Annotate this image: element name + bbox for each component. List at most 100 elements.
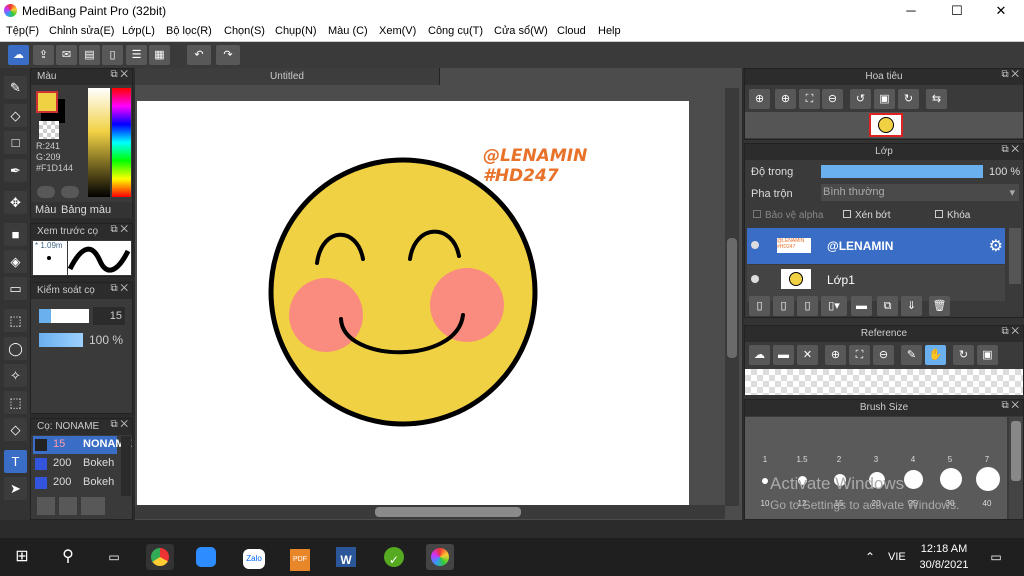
new-layer-icon[interactable]: ▯: [749, 296, 770, 316]
layer-item[interactable]: @LENAMIN #HD247 @LENAMIN ⚙: [747, 228, 1005, 264]
zalo-icon[interactable]: Zalo: [240, 544, 268, 570]
bucket-tool-icon[interactable]: ◈: [4, 250, 27, 273]
brush-size-value[interactable]: 15: [93, 307, 125, 325]
brush-list-item[interactable]: 200 Bokeh: [33, 474, 117, 492]
brush-size-option[interactable]: 4: [895, 455, 931, 464]
menu-edit[interactable]: Chỉnh sửa(E): [49, 25, 114, 37]
grid-icon[interactable]: ▦: [149, 45, 170, 65]
brush-size-option[interactable]: 1.5: [784, 455, 820, 464]
brush-size-scrollbar[interactable]: [1009, 417, 1023, 519]
menu-view[interactable]: Xem(V): [379, 25, 416, 37]
corel-icon[interactable]: ✓: [380, 544, 408, 570]
menu-cloud[interactable]: Cloud: [557, 25, 586, 37]
rectangle-tool-icon[interactable]: □: [4, 131, 27, 154]
zoom-in2-icon[interactable]: ⊕: [775, 89, 796, 109]
gear-icon[interactable]: ⚙: [989, 236, 1003, 256]
trash-icon[interactable]: 🗑: [929, 296, 950, 316]
magic-wand-icon[interactable]: ✧: [4, 364, 27, 387]
ref-zoom-in-icon[interactable]: ⊕: [825, 345, 846, 365]
ref-zoom-out-icon[interactable]: ⊖: [873, 345, 894, 365]
select-pen-icon[interactable]: ⬚: [4, 391, 27, 414]
brush-menu-icon[interactable]: [81, 497, 105, 515]
brush-list-scrollbar[interactable]: [121, 436, 131, 496]
word-icon[interactable]: W: [332, 544, 360, 570]
panel-close-icon[interactable]: ⧉ ✕: [110, 419, 128, 430]
brush-size-option[interactable]: 5: [932, 455, 968, 464]
rotate-right-icon[interactable]: ↻: [898, 89, 919, 109]
redo-icon[interactable]: ↷: [216, 45, 240, 65]
menu-snap[interactable]: Chụp(N): [275, 25, 317, 37]
rotate-left-icon[interactable]: ↺: [850, 89, 871, 109]
layer-opacity-slider[interactable]: [821, 165, 983, 178]
brush-size-option[interactable]: 3: [858, 455, 894, 464]
ref-fullscreen-icon[interactable]: ▣: [977, 345, 998, 365]
maximize-button[interactable]: ☐: [934, 0, 980, 22]
panel-close-icon[interactable]: ⧉ ✕: [1001, 326, 1019, 337]
cloud-download-icon[interactable]: ☁: [749, 345, 770, 365]
clip-checkbox[interactable]: [843, 210, 851, 218]
add-layer-menu-icon[interactable]: ▯▾: [821, 296, 847, 316]
menu-help[interactable]: Help: [598, 25, 621, 37]
list-icon[interactable]: ☰: [126, 45, 147, 65]
medibang-taskbar-icon[interactable]: [426, 544, 454, 570]
add-brush-icon[interactable]: [37, 497, 55, 515]
pdf-icon[interactable]: PDF: [286, 544, 314, 571]
saturation-picker[interactable]: [88, 88, 110, 197]
menu-filter[interactable]: Bộ lọc(R): [166, 25, 212, 37]
panel-close-icon[interactable]: ⧉ ✕: [110, 69, 128, 80]
menu-window[interactable]: Cửa sổ(W): [494, 25, 548, 37]
panel-close-icon[interactable]: ⧉ ✕: [110, 283, 128, 294]
move-tool-icon[interactable]: ✥: [4, 191, 27, 214]
text-tool-icon[interactable]: T: [4, 450, 27, 473]
ref-rotate-icon[interactable]: ↻: [953, 345, 974, 365]
brush-size-option[interactable]: 1: [747, 455, 783, 464]
reference-canvas[interactable]: [745, 369, 1023, 395]
language-indicator[interactable]: VIE: [888, 551, 906, 563]
new-layer2-icon[interactable]: ▯: [773, 296, 794, 316]
windows-start-icon[interactable]: ⊞: [8, 544, 36, 570]
merge-layer-icon[interactable]: ⇓: [901, 296, 922, 316]
brush-size-option[interactable]: 40: [969, 499, 1005, 508]
fullscreen-icon[interactable]: ▣: [874, 89, 895, 109]
select-eraser-icon[interactable]: ◇: [4, 418, 27, 441]
navigator-thumbnail[interactable]: [869, 113, 903, 137]
brush-size-option[interactable]: 7: [969, 455, 1005, 464]
operation-tool-icon[interactable]: ➤: [4, 477, 27, 500]
protect-alpha-checkbox[interactable]: [753, 210, 761, 218]
close-reference-icon[interactable]: ✕: [797, 345, 818, 365]
duplicate-layer-icon[interactable]: ⧉: [877, 296, 898, 316]
menu-tools[interactable]: Công cụ(T): [428, 25, 483, 37]
foreground-color-swatch[interactable]: [36, 91, 58, 113]
blend-mode-select[interactable]: Bình thường ▾: [821, 184, 1019, 201]
drawing-canvas[interactable]: @LENAMIN #HD247: [137, 101, 689, 505]
brush-tool-icon[interactable]: ✎: [4, 76, 27, 99]
brush-size-slider[interactable]: [39, 309, 89, 323]
select-rect-icon[interactable]: ⬚: [4, 309, 27, 332]
cloud-save-icon[interactable]: ☁: [8, 45, 29, 65]
hue-slider[interactable]: [112, 88, 131, 197]
horizontal-scrollbar[interactable]: [135, 505, 725, 519]
gradient-tool-icon[interactable]: ▭: [4, 277, 27, 300]
transparent-swatch[interactable]: [39, 121, 59, 139]
document-icon[interactable]: ▯: [102, 45, 123, 65]
brush-list-item[interactable]: 200 Bokeh: [33, 455, 117, 473]
share-icon[interactable]: ⇪: [33, 45, 54, 65]
tab-color[interactable]: Màu: [35, 204, 56, 216]
undo-icon[interactable]: ↶: [187, 45, 211, 65]
document-tab[interactable]: Untitled: [135, 68, 440, 85]
zoom-in-icon[interactable]: ⊕: [749, 89, 770, 109]
brush-list-item[interactable]: 15 NONAME: [33, 436, 132, 454]
panel-close-icon[interactable]: ⧉ ✕: [110, 224, 128, 235]
eraser-tool-icon[interactable]: ◇: [4, 104, 27, 127]
lock-checkbox[interactable]: [935, 210, 943, 218]
panel-close-icon[interactable]: ⧉ ✕: [1001, 144, 1019, 155]
minimize-button[interactable]: ─: [888, 0, 934, 22]
chevron-up-icon[interactable]: ⌃: [856, 544, 884, 570]
clock-time[interactable]: 12:18 AM: [918, 543, 970, 555]
eyedropper-icon[interactable]: ✎: [901, 345, 922, 365]
panel-close-icon[interactable]: ⧉ ✕: [1001, 69, 1019, 80]
zoom-icon[interactable]: [192, 544, 220, 570]
visibility-icon[interactable]: [751, 241, 759, 249]
message-icon[interactable]: ▤: [79, 45, 100, 65]
panel-close-icon[interactable]: ⧉ ✕: [1001, 400, 1019, 411]
